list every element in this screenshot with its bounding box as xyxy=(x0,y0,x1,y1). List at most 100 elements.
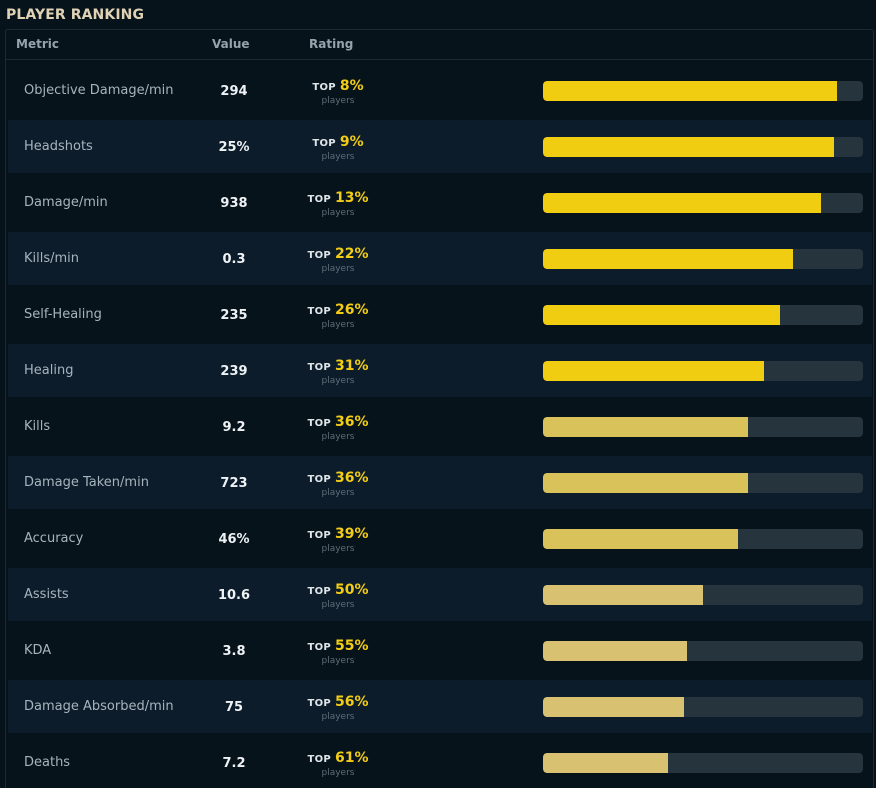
rating-players-label: players xyxy=(321,712,355,722)
percentile-bar-fill xyxy=(543,137,835,157)
percentile-bar-fill xyxy=(543,81,838,101)
table-row: Headshots 25% TOP 9% players xyxy=(8,120,872,173)
metric-label: Accuracy xyxy=(24,531,84,546)
metric-value: 10.6 xyxy=(217,588,251,603)
metric-value: 9.2 xyxy=(222,420,246,435)
rating-top-label: TOP xyxy=(307,530,332,541)
percentile-bar-track xyxy=(543,753,863,773)
rating-players-label: players xyxy=(321,208,355,218)
rating-percentile: 61% xyxy=(335,750,369,766)
metric-value: 294 xyxy=(220,84,248,99)
rating-percentile: 9% xyxy=(339,134,364,150)
metric-label: Healing xyxy=(24,363,74,378)
table-row: Kills/min 0.3 TOP 22% players xyxy=(8,232,872,285)
percentile-bar-fill xyxy=(543,529,739,549)
percentile-bar-fill xyxy=(543,585,703,605)
rating-percentile: 36% xyxy=(335,470,369,486)
rating-percentile: 8% xyxy=(339,78,364,94)
percentile-bar-fill xyxy=(543,305,780,325)
percentile-bar-track xyxy=(543,473,863,493)
rating-top-label: TOP xyxy=(307,306,332,317)
rating-cell: TOP 36% players xyxy=(298,469,378,499)
table-row: KDA 3.8 TOP 55% players xyxy=(8,624,872,677)
rating-cell: TOP 39% players xyxy=(298,525,378,555)
rating-players-label: players xyxy=(321,544,355,554)
rating-cell: TOP 55% players xyxy=(298,637,378,667)
rating-top-label: TOP xyxy=(307,754,332,765)
rating-percentile: 39% xyxy=(335,526,369,542)
rating-top-label: TOP xyxy=(307,362,332,373)
percentile-bar-fill xyxy=(543,753,668,773)
percentile-bar-fill xyxy=(543,361,764,381)
percentile-bar-fill xyxy=(543,249,793,269)
rating-cell: TOP 56% players xyxy=(298,693,378,723)
rating-players-label: players xyxy=(321,432,355,442)
percentile-bar-fill xyxy=(543,417,748,437)
percentile-bar-track xyxy=(543,193,863,213)
metric-value: 723 xyxy=(220,476,248,491)
metric-value: 7.2 xyxy=(222,756,246,771)
metric-value: 3.8 xyxy=(222,644,246,659)
rating-players-label: players xyxy=(321,320,355,330)
percentile-bar-track xyxy=(543,81,863,101)
rating-percentile: 26% xyxy=(335,302,369,318)
table-row: Damage/min 938 TOP 13% players xyxy=(8,176,872,229)
metric-label: KDA xyxy=(24,643,52,658)
metric-value: 75 xyxy=(224,700,244,715)
column-header-value: Value xyxy=(212,37,250,51)
percentile-bar-fill xyxy=(543,641,687,661)
percentile-bar-fill xyxy=(543,473,748,493)
rating-top-label: TOP xyxy=(307,698,332,709)
player-ranking-widget: PLAYER RANKING Metric Value Rating Objec… xyxy=(0,0,876,788)
rating-top-label: TOP xyxy=(307,474,332,485)
table-row: Accuracy 46% TOP 39% players xyxy=(8,512,872,565)
metric-value: 938 xyxy=(220,196,248,211)
rating-percentile: 50% xyxy=(335,582,369,598)
percentile-bar-track xyxy=(543,585,863,605)
rating-top-label: TOP xyxy=(307,250,332,261)
rating-percentile: 31% xyxy=(335,358,369,374)
percentile-bar-fill xyxy=(543,193,822,213)
metric-label: Damage Absorbed/min xyxy=(24,699,174,714)
rating-cell: TOP 22% players xyxy=(298,245,378,275)
rating-players-label: players xyxy=(321,768,355,778)
rating-percentile: 56% xyxy=(335,694,369,710)
rating-players-label: players xyxy=(321,96,355,106)
table-row: Assists 10.6 TOP 50% players xyxy=(8,568,872,621)
metric-label: Self-Healing xyxy=(24,307,102,322)
rating-cell: TOP 31% players xyxy=(298,357,378,387)
rating-players-label: players xyxy=(321,376,355,386)
table-row: Deaths 7.2 TOP 61% players xyxy=(8,736,872,788)
metric-label: Headshots xyxy=(24,139,93,154)
column-header-rating: Rating xyxy=(309,37,354,51)
rating-players-label: players xyxy=(321,264,355,274)
metric-value: 235 xyxy=(220,308,248,323)
rating-cell: TOP 26% players xyxy=(298,301,378,331)
metric-label: Assists xyxy=(24,587,69,602)
rating-players-label: players xyxy=(321,488,355,498)
percentile-bar-track xyxy=(543,137,863,157)
rating-percentile: 13% xyxy=(335,190,369,206)
table-body: Objective Damage/min 294 TOP 8% players Heads… xyxy=(8,64,872,788)
rating-players-label: players xyxy=(321,152,355,162)
rating-top-label: TOP xyxy=(307,418,332,429)
percentile-bar-track xyxy=(543,529,863,549)
metric-value: 0.3 xyxy=(222,252,246,267)
metric-label: Deaths xyxy=(24,755,71,770)
rating-cell: TOP 9% players xyxy=(298,133,378,163)
percentile-bar-track xyxy=(543,417,863,437)
metric-label: Damage/min xyxy=(24,195,108,210)
percentile-bar-track xyxy=(543,697,863,717)
metric-label: Damage Taken/min xyxy=(24,475,149,490)
ranking-table: Metric Value Rating Objective Damage/min… xyxy=(5,29,874,788)
percentile-bar-track xyxy=(543,361,863,381)
table-row: Damage Taken/min 723 TOP 36% players xyxy=(8,456,872,509)
rating-percentile: 22% xyxy=(335,246,369,262)
percentile-bar-track xyxy=(543,249,863,269)
table-row: Objective Damage/min 294 TOP 8% players xyxy=(8,64,872,117)
rating-percentile: 36% xyxy=(335,414,369,430)
rating-cell: TOP 13% players xyxy=(298,189,378,219)
rating-players-label: players xyxy=(321,656,355,666)
table-header: Metric Value Rating xyxy=(6,30,873,60)
rating-cell: TOP 8% players xyxy=(298,77,378,107)
